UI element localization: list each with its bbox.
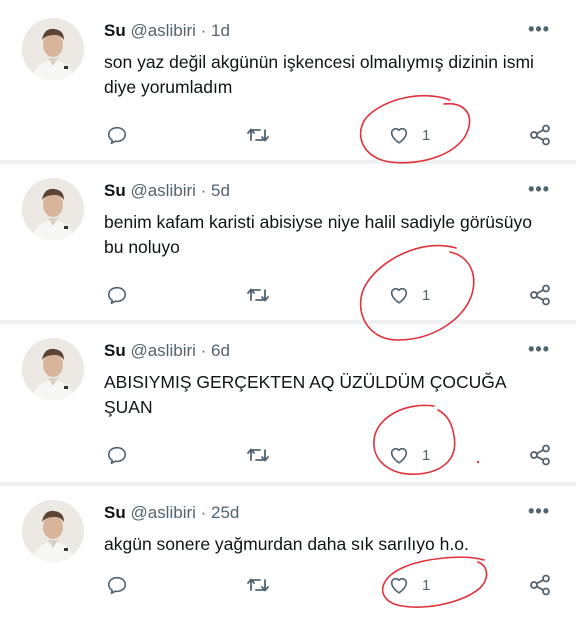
more-icon[interactable]: •••: [528, 340, 550, 358]
retweet-icon: [247, 288, 269, 302]
like-count: 1: [422, 126, 431, 144]
action-bar: 1: [0, 120, 576, 150]
timeline-feed: Su @aslibiri · 1d ••• son yaz değil akgü…: [0, 0, 576, 626]
share-icon: [530, 444, 550, 466]
share-icon: [530, 284, 550, 306]
tweet-text: son yaz değil akgünün işkencesi olmalıym…: [104, 52, 534, 97]
retweet-icon: [247, 448, 269, 462]
retweet-button[interactable]: [246, 440, 270, 470]
action-bar: 1: [0, 440, 576, 470]
tweet-text: benim kafam karisti abisiyse niye halil …: [104, 212, 532, 257]
reply-icon: [107, 576, 127, 595]
like-count: 1: [422, 576, 431, 594]
share-button[interactable]: [528, 440, 552, 470]
tweet-text: akgün sonere yağmurdan daha sık sarılıyo…: [104, 534, 469, 554]
author-name[interactable]: Su: [104, 21, 126, 40]
author-name[interactable]: Su: [104, 503, 126, 522]
share-icon: [530, 124, 550, 146]
heart-icon: [390, 577, 408, 594]
more-icon[interactable]: •••: [528, 502, 550, 520]
tweet-text: ABISIYMIŞ GERÇEKTEN AQ ÜZÜLDÜM ÇOCUĞA ŞU…: [104, 372, 506, 417]
share-button[interactable]: [528, 570, 552, 600]
tweet-header: Su @aslibiri · 25d: [104, 502, 239, 524]
more-icon[interactable]: •••: [528, 20, 550, 38]
retweet-button[interactable]: [246, 280, 270, 310]
reply-icon: [107, 286, 127, 305]
avatar[interactable]: [22, 500, 84, 562]
retweet-button[interactable]: [246, 570, 270, 600]
like-count: 1: [422, 446, 431, 464]
avatar[interactable]: [22, 18, 84, 80]
tweet[interactable]: Su @aslibiri · 5d ••• benim kafam karist…: [0, 164, 576, 324]
share-button[interactable]: [528, 280, 552, 310]
tweet[interactable]: Su @aslibiri · 1d ••• son yaz değil akgü…: [0, 4, 576, 164]
like-button[interactable]: 1: [388, 120, 430, 150]
share-icon: [530, 574, 550, 596]
reply-button[interactable]: [106, 440, 128, 470]
action-bar: 1: [0, 280, 576, 310]
tweet[interactable]: Su @aslibiri · 6d ••• ABISIYMIŞ GERÇEKTE…: [0, 324, 576, 484]
author-handle[interactable]: @aslibiri: [130, 21, 195, 40]
retweet-icon: [247, 128, 269, 142]
action-bar: 1: [0, 570, 576, 600]
tweet[interactable]: Su @aslibiri · 25d ••• akgün sonere yağm…: [0, 486, 576, 626]
avatar[interactable]: [22, 338, 84, 400]
reply-button[interactable]: [106, 120, 128, 150]
reply-button[interactable]: [106, 280, 128, 310]
retweet-icon: [247, 578, 269, 592]
like-button[interactable]: 1: [388, 440, 430, 470]
author-name[interactable]: Su: [104, 181, 126, 200]
tweet-time[interactable]: · 6d: [201, 341, 230, 360]
retweet-button[interactable]: [246, 120, 270, 150]
reply-icon: [107, 446, 127, 465]
tweet-header: Su @aslibiri · 5d: [104, 180, 230, 202]
like-count: 1: [422, 286, 431, 304]
like-button[interactable]: 1: [388, 280, 430, 310]
tweet-time[interactable]: · 5d: [201, 181, 230, 200]
share-button[interactable]: [528, 120, 552, 150]
like-button[interactable]: 1: [388, 570, 430, 600]
tweet-time[interactable]: · 1d: [201, 21, 230, 40]
heart-icon: [390, 447, 408, 464]
reply-icon: [107, 126, 127, 145]
tweet-header: Su @aslibiri · 6d: [104, 340, 230, 362]
heart-icon: [390, 127, 408, 144]
author-name[interactable]: Su: [104, 341, 126, 360]
tweet-header: Su @aslibiri · 1d: [104, 20, 230, 42]
avatar[interactable]: [22, 178, 84, 240]
heart-icon: [390, 287, 408, 304]
more-icon[interactable]: •••: [528, 180, 550, 198]
tweet-time[interactable]: · 25d: [201, 503, 240, 522]
author-handle[interactable]: @aslibiri: [130, 341, 195, 360]
author-handle[interactable]: @aslibiri: [130, 181, 195, 200]
author-handle[interactable]: @aslibiri: [130, 503, 195, 522]
reply-button[interactable]: [106, 570, 128, 600]
